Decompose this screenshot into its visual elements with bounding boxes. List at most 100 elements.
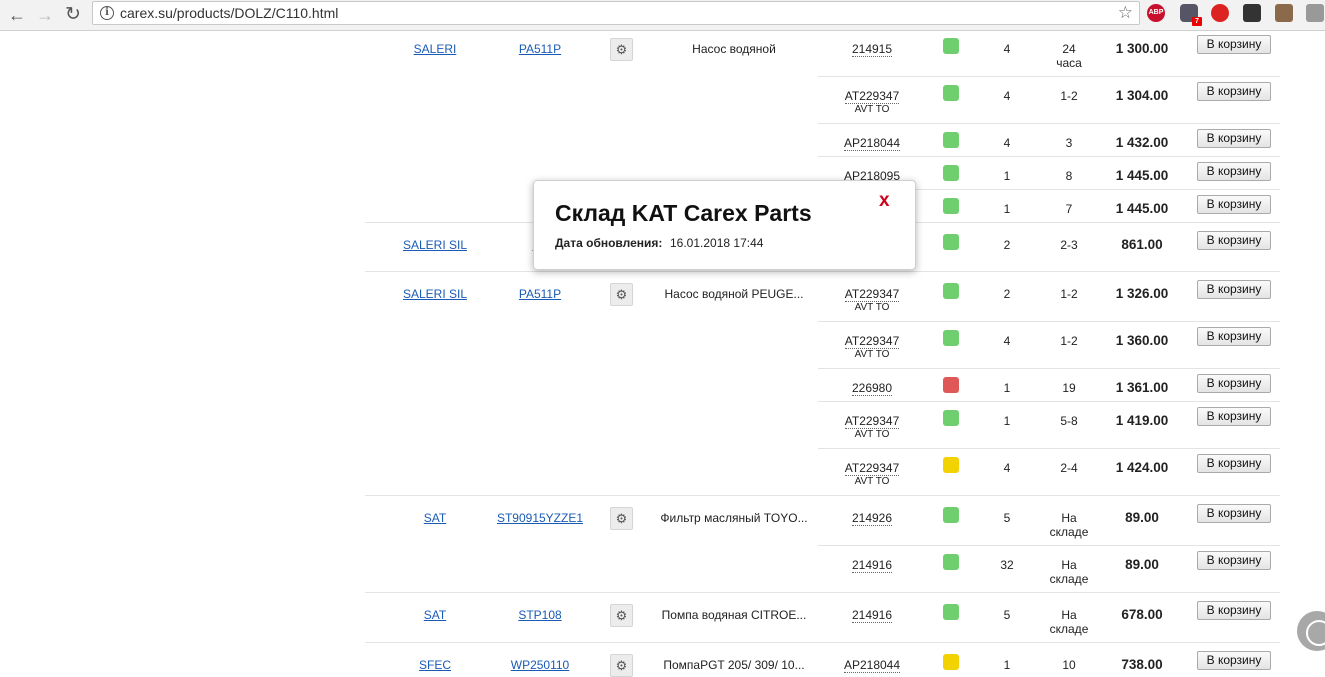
- quantity: 2: [1003, 287, 1011, 301]
- scroll-to-top-button[interactable]: [1297, 611, 1325, 651]
- popup-title: Склад KAT Carex Parts: [555, 200, 812, 226]
- warehouse-code[interactable]: AP218044: [822, 658, 922, 673]
- delivery-term: 1-2: [1034, 334, 1104, 348]
- adblock-extension-icon[interactable]: ABP: [1147, 4, 1165, 22]
- warehouse-code[interactable]: AT229347 AVT TO: [822, 89, 922, 117]
- add-to-cart-button[interactable]: В корзину: [1197, 231, 1271, 250]
- brand-link[interactable]: SAT: [375, 511, 495, 525]
- add-to-cart-button[interactable]: В корзину: [1197, 195, 1271, 214]
- delivery-term: 2-3: [1034, 238, 1104, 252]
- warehouse-sub: AVT TO: [854, 349, 890, 360]
- warehouse-code[interactable]: 226980: [822, 381, 922, 396]
- add-to-cart-button[interactable]: В корзину: [1197, 504, 1271, 523]
- warehouse-code[interactable]: AT229347 AVT TO: [822, 414, 922, 442]
- warehouse-code-link[interactable]: AT229347: [844, 461, 900, 476]
- add-to-cart-button[interactable]: В корзину: [1197, 551, 1271, 570]
- warehouse-code[interactable]: AT229347 AVT TO: [822, 287, 922, 315]
- warehouse-code[interactable]: 214926: [822, 511, 922, 526]
- warehouse-code-link[interactable]: 214916: [851, 558, 893, 573]
- brand-link[interactable]: SALERI: [375, 42, 495, 56]
- delivery-term-value: 1-2: [1060, 89, 1078, 103]
- address-bar[interactable]: i carex.su/products/DOLZ/C110.html ☆: [92, 1, 1140, 25]
- gear-icon[interactable]: ⚙: [610, 283, 633, 306]
- warehouse-code[interactable]: 214916: [822, 608, 922, 623]
- row-divider: [365, 592, 1280, 593]
- star-icon[interactable]: ☆: [1118, 3, 1133, 23]
- delivery-term-value: 24: [1062, 42, 1076, 56]
- warehouse-code-link[interactable]: AT229347: [844, 89, 900, 104]
- add-to-cart-button[interactable]: В корзину: [1197, 280, 1271, 299]
- add-to-cart-button[interactable]: В корзину: [1197, 35, 1271, 54]
- brand-link[interactable]: SALERI SIL: [375, 287, 495, 301]
- article-link[interactable]: PA511P: [485, 42, 595, 56]
- reload-icon[interactable]: ↻: [61, 3, 85, 27]
- product-description: Фильтр масляный TOYO...: [660, 511, 808, 525]
- url-text[interactable]: carex.su/products/DOLZ/C110.html: [120, 5, 338, 21]
- price: 1 300.00: [1115, 41, 1169, 56]
- gear-icon[interactable]: ⚙: [610, 604, 633, 627]
- delivery-term: На складе: [1034, 608, 1104, 636]
- quantity: 5: [1003, 608, 1011, 622]
- extension-icon[interactable]: 7: [1180, 4, 1202, 26]
- delivery-term: 3: [1034, 136, 1104, 150]
- availability-indicator: [943, 85, 959, 101]
- row-divider: [818, 76, 1280, 77]
- info-icon[interactable]: i: [100, 6, 114, 20]
- price: 1 445.00: [1115, 168, 1169, 183]
- brand-link[interactable]: SALERI SIL: [375, 238, 495, 252]
- delivery-term-unit: складе: [1049, 572, 1089, 586]
- warehouse-code-link[interactable]: 214915: [851, 42, 893, 57]
- warehouse-code-link[interactable]: AP218044: [843, 658, 901, 673]
- extension-icon[interactable]: [1275, 4, 1293, 22]
- extension-icon[interactable]: [1211, 4, 1229, 22]
- warehouse-code-link[interactable]: 214926: [851, 511, 893, 526]
- quantity: 1: [1003, 169, 1011, 183]
- row-divider: [365, 495, 1280, 496]
- close-icon[interactable]: x: [879, 190, 890, 212]
- add-to-cart-button[interactable]: В корзину: [1197, 407, 1271, 426]
- forward-arrow-icon[interactable]: →: [33, 3, 57, 27]
- article-link[interactable]: ST90915YZZE1: [485, 511, 595, 525]
- article-link[interactable]: STP108: [485, 608, 595, 622]
- delivery-term-value: 2-4: [1060, 461, 1078, 475]
- gear-icon[interactable]: ⚙: [610, 507, 633, 530]
- warehouse-code-link[interactable]: AT229347: [844, 287, 900, 302]
- add-to-cart-button[interactable]: В корзину: [1197, 374, 1271, 393]
- gear-icon[interactable]: ⚙: [610, 654, 633, 677]
- add-to-cart-button[interactable]: В корзину: [1197, 327, 1271, 346]
- camera-extension-icon[interactable]: [1306, 4, 1324, 22]
- gear-icon[interactable]: ⚙: [610, 38, 633, 61]
- quantity: 1: [1003, 202, 1011, 216]
- price: 1 432.00: [1115, 135, 1169, 150]
- extension-icon[interactable]: [1243, 4, 1261, 22]
- brand-link[interactable]: SAT: [375, 608, 495, 622]
- warehouse-code-link[interactable]: 214916: [851, 608, 893, 623]
- article-link[interactable]: PA511P: [485, 287, 595, 301]
- add-to-cart-button[interactable]: В корзину: [1197, 162, 1271, 181]
- availability-indicator: [943, 234, 959, 250]
- warehouse-code[interactable]: 214915: [822, 42, 922, 57]
- article-link[interactable]: WP250110: [485, 658, 595, 672]
- availability-indicator: [943, 507, 959, 523]
- quantity: 5: [1003, 511, 1011, 525]
- warehouse-code-link[interactable]: AT229347: [844, 414, 900, 429]
- add-to-cart-button[interactable]: В корзину: [1197, 651, 1271, 670]
- add-to-cart-button[interactable]: В корзину: [1197, 454, 1271, 473]
- warehouse-code-link[interactable]: 226980: [851, 381, 893, 396]
- warehouse-code[interactable]: AT229347 AVT TO: [822, 461, 922, 489]
- brand-link[interactable]: SFEC: [375, 658, 495, 672]
- warehouse-code-link[interactable]: AP218044: [843, 136, 901, 151]
- add-to-cart-button[interactable]: В корзину: [1197, 82, 1271, 101]
- delivery-term: 1-2: [1034, 287, 1104, 301]
- warehouse-code[interactable]: AT229347 AVT TO: [822, 334, 922, 362]
- delivery-term-value: 5-8: [1060, 414, 1078, 428]
- delivery-term: 19: [1034, 381, 1104, 395]
- add-to-cart-button[interactable]: В корзину: [1197, 129, 1271, 148]
- delivery-term-value: 7: [1065, 202, 1073, 216]
- warehouse-code[interactable]: 214916: [822, 558, 922, 573]
- back-arrow-icon[interactable]: ←: [5, 3, 29, 27]
- warehouse-code[interactable]: AP218044: [822, 136, 922, 151]
- add-to-cart-button[interactable]: В корзину: [1197, 601, 1271, 620]
- row-divider: [818, 156, 1280, 157]
- warehouse-code-link[interactable]: AT229347: [844, 334, 900, 349]
